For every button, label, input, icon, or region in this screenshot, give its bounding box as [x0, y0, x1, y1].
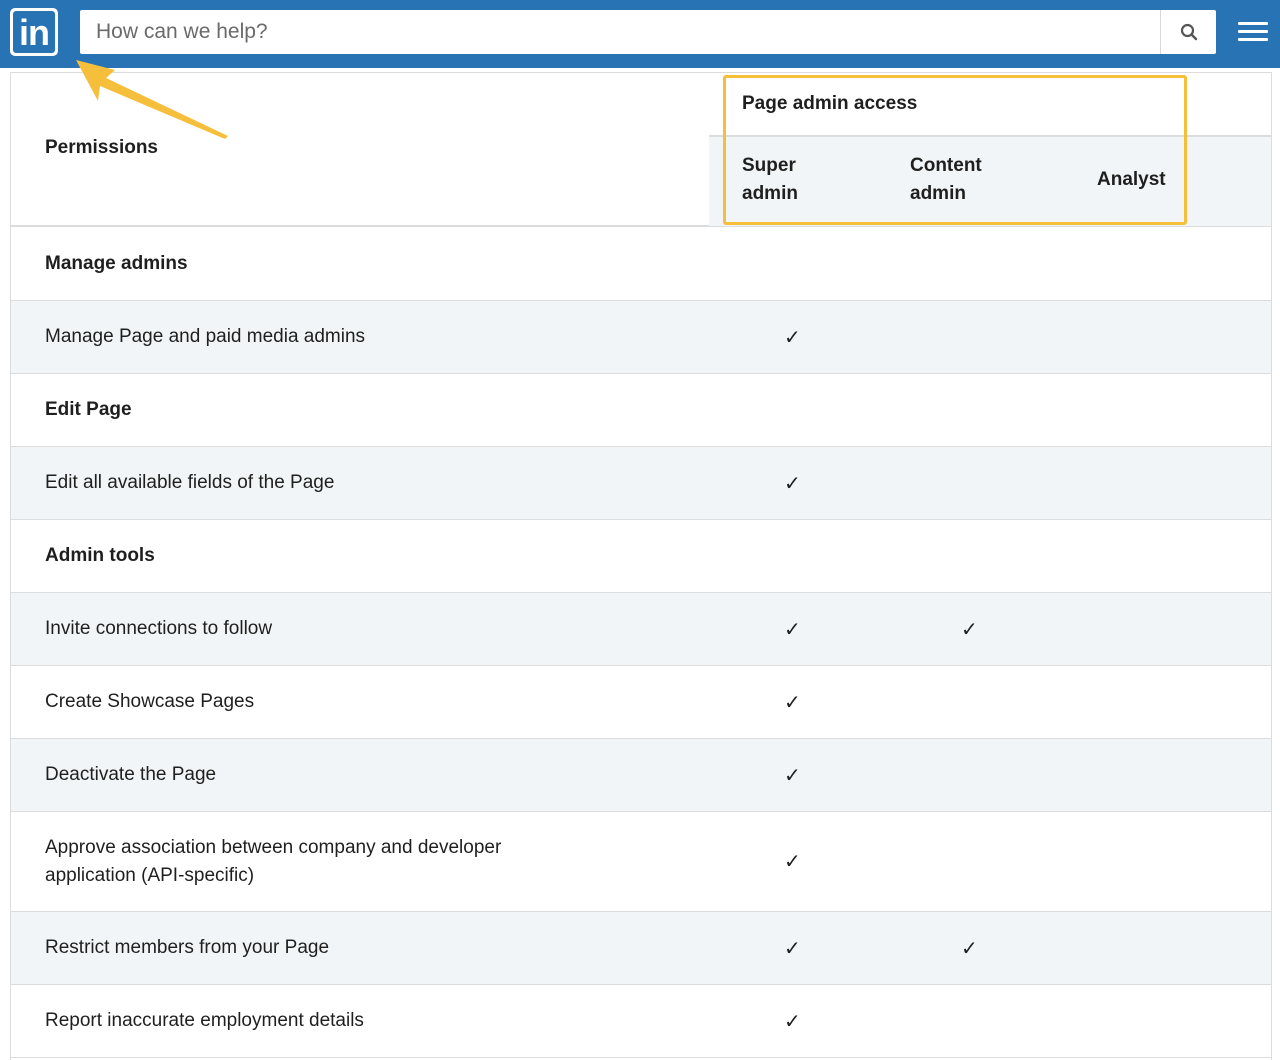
- table-row: Deactivate the Page ✓: [11, 739, 1271, 812]
- page-admin-access-header: Page admin access: [742, 93, 918, 114]
- table-row: Restrict members from your Page ✓ ✓: [11, 912, 1271, 985]
- table-row: Report inaccurate employment details ✓: [11, 985, 1271, 1058]
- checkmark-icon: ✓: [961, 618, 978, 641]
- section-header-row: Edit Page: [11, 374, 1271, 447]
- top-navigation-bar: in: [0, 0, 1280, 68]
- checkmark-icon: ✓: [784, 937, 801, 960]
- search-icon: [1180, 23, 1197, 41]
- permission-label: Report inaccurate employment details: [45, 1010, 364, 1031]
- permissions-table: Permissions Page admin access Super admi…: [10, 72, 1272, 1060]
- table-row: Create Showcase Pages ✓: [11, 666, 1271, 739]
- checkmark-icon: ✓: [784, 618, 801, 641]
- permission-label: Edit all available fields of the Page: [45, 472, 335, 493]
- permission-label-line: Approve association between company and …: [45, 837, 502, 858]
- column-header-content-admin: Content admin: [910, 155, 982, 204]
- table-row: Invite connections to follow ✓ ✓: [11, 593, 1271, 666]
- permission-label-line: application (API-specific): [45, 865, 255, 886]
- permission-label: Approve association between company and …: [45, 834, 501, 890]
- linkedin-logo-mark: in: [13, 11, 55, 53]
- permission-label: Create Showcase Pages: [45, 691, 255, 712]
- hamburger-menu-icon[interactable]: [1238, 22, 1268, 42]
- section-header-row: Manage admins: [11, 228, 1271, 301]
- checkmark-icon: ✓: [784, 472, 801, 495]
- search-button[interactable]: [1160, 10, 1216, 54]
- permission-label: Restrict members from your Page: [45, 937, 330, 958]
- checkmark-icon: ✓: [961, 937, 978, 960]
- permission-label: Invite connections to follow: [45, 618, 273, 639]
- permissions-column-header: Permissions: [45, 137, 158, 158]
- table-row: Manage Page and paid media admins ✓: [11, 301, 1271, 374]
- column-header-analyst: Analyst: [1097, 169, 1166, 190]
- permission-label: Deactivate the Page: [45, 764, 217, 785]
- checkmark-icon: ✓: [784, 691, 801, 714]
- checkmark-icon: ✓: [784, 1010, 801, 1033]
- admin-role-columns: Super admin Content admin Analyst: [709, 135, 1271, 226]
- section-title: Manage admins: [45, 253, 188, 274]
- checkmark-icon: ✓: [784, 764, 801, 787]
- table-header: Permissions Page admin access Super admi…: [11, 72, 1271, 227]
- linkedin-logo[interactable]: in: [10, 8, 58, 56]
- permission-label: Manage Page and paid media admins: [45, 326, 366, 347]
- section-header-row: Admin tools: [11, 520, 1271, 593]
- column-header-super-admin: Super admin: [742, 155, 798, 204]
- section-title: Edit Page: [45, 399, 132, 420]
- table-row: Approve association between company and …: [11, 812, 1271, 912]
- search-bar: [80, 10, 1216, 54]
- checkmark-icon: ✓: [784, 326, 801, 349]
- section-title: Admin tools: [45, 545, 155, 566]
- table-row: Edit all available fields of the Page ✓: [11, 447, 1271, 520]
- search-input[interactable]: [80, 10, 1160, 54]
- checkmark-icon: ✓: [784, 851, 801, 873]
